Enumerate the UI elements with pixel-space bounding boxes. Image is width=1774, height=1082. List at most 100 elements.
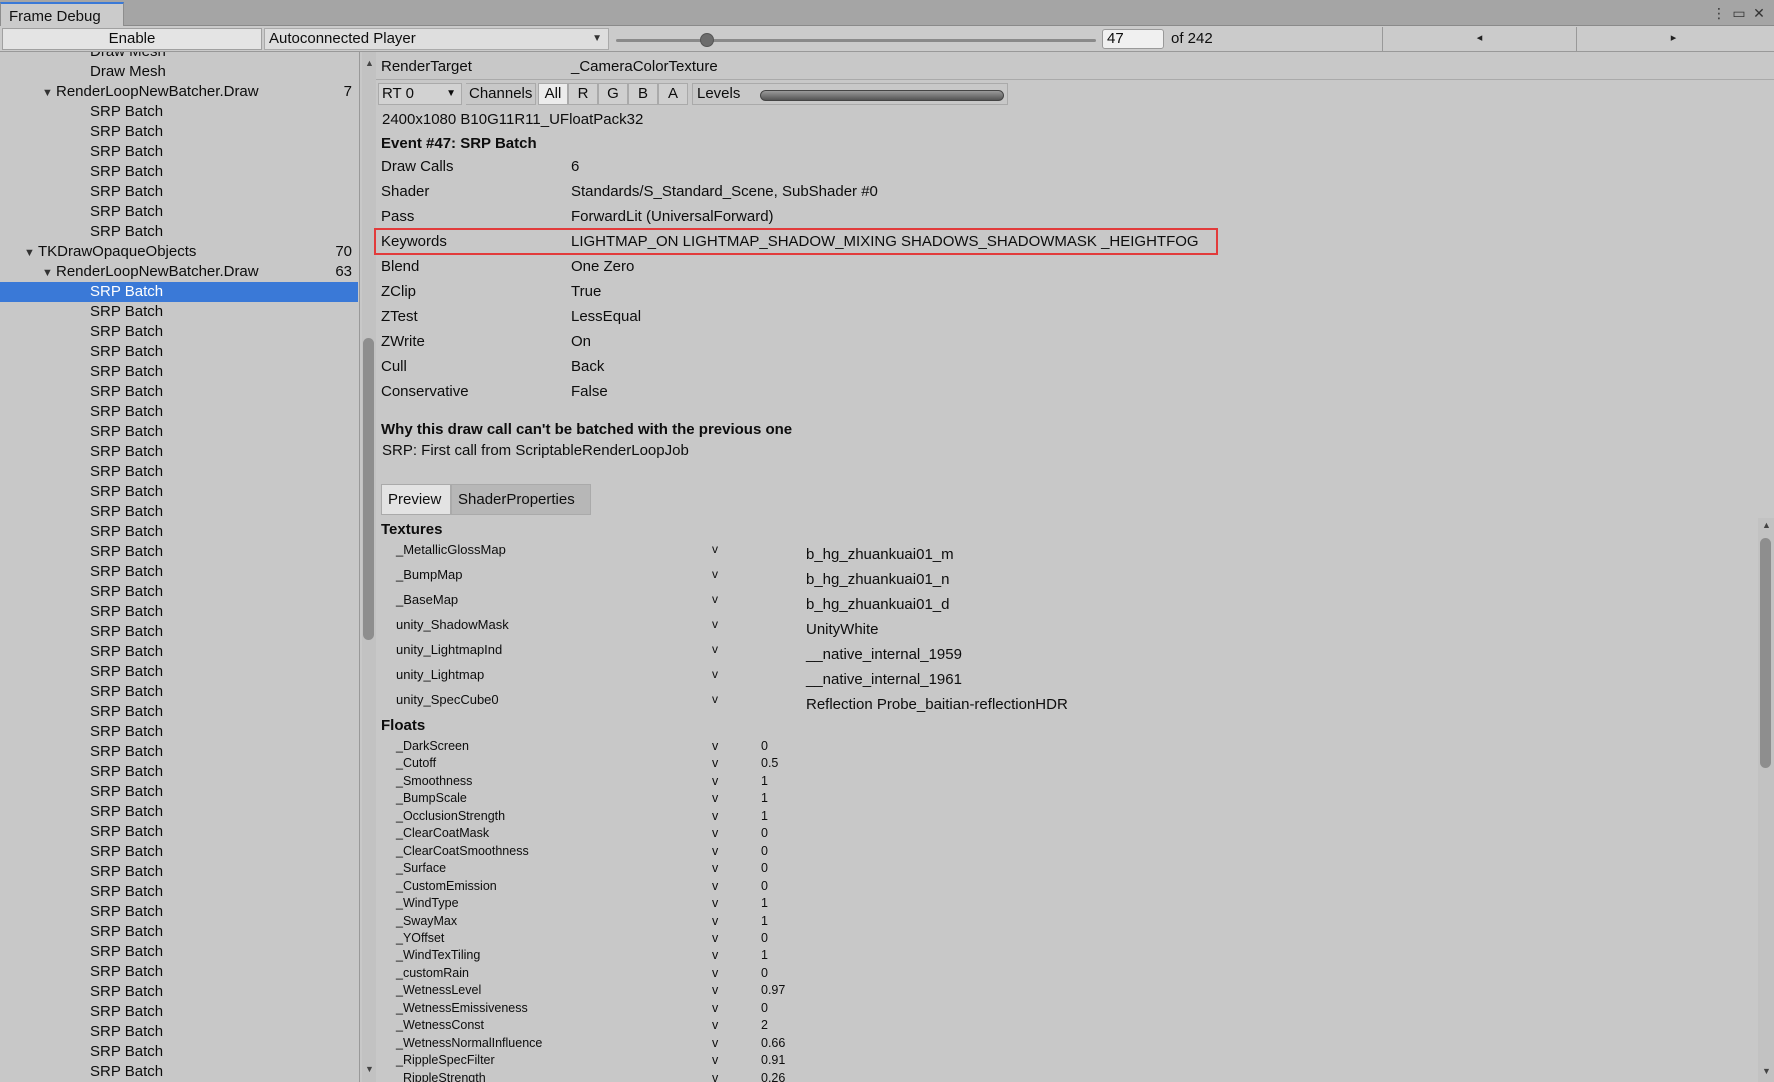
player-dropdown[interactable]: Autoconnected Player ▼	[264, 28, 609, 50]
texture-row[interactable]: unity_ShadowMask v UnityWhite	[396, 617, 1546, 639]
shader-stage: v	[712, 861, 719, 876]
tree-scrollbar-thumb[interactable]	[363, 338, 374, 640]
tree-event-row[interactable]: SRP Batch	[0, 322, 358, 342]
tree-event-row[interactable]: SRP Batch	[0, 542, 358, 562]
shader-stage: v	[712, 773, 719, 788]
tree-event-row[interactable]: SRP Batch	[0, 662, 358, 682]
texture-row[interactable]: unity_Lightmap v __native_internal_1961	[396, 667, 1546, 689]
tree-event-row[interactable]: SRP Batch	[0, 222, 358, 242]
scroll-down-icon[interactable]: ▼	[1762, 1066, 1771, 1076]
tree-event-row[interactable]: SRP Batch	[0, 582, 358, 602]
tree-event-row[interactable]: Draw Mesh	[0, 52, 358, 62]
tree-group-row[interactable]: ▼ RenderLoopNewBatcher.Draw 63	[0, 262, 358, 282]
texture-asset: b_hg_zhuankuai01_n	[806, 571, 950, 588]
tree-event-row[interactable]: SRP Batch	[0, 642, 358, 662]
tree-event-row[interactable]: SRP Batch	[0, 702, 358, 722]
expand-triangle-icon[interactable]: ▼	[24, 243, 38, 263]
close-icon[interactable]: ✕	[1750, 4, 1768, 22]
tree-event-row[interactable]: SRP Batch	[0, 442, 358, 462]
channel-a-button[interactable]: A	[658, 83, 688, 105]
tree-event-row[interactable]: SRP Batch	[0, 202, 358, 222]
tree-event-row[interactable]: SRP Batch	[0, 622, 358, 642]
tree-event-row[interactable]: SRP Batch	[0, 382, 358, 402]
channel-all-button[interactable]: All	[538, 83, 568, 105]
detail-scrollbar-thumb[interactable]	[1760, 538, 1771, 768]
tree-group-row[interactable]: ▼ TKDrawOpaqueObjects 70	[0, 242, 358, 262]
tree-event-row[interactable]: SRP Batch	[0, 402, 358, 422]
tree-event-row[interactable]: SRP Batch	[0, 882, 358, 902]
texture-row[interactable]: _BumpMap v b_hg_zhuankuai01_n	[396, 567, 1546, 589]
texture-row[interactable]: _BaseMap v b_hg_zhuankuai01_d	[396, 592, 1546, 614]
tree-event-row[interactable]: SRP Batch	[0, 482, 358, 502]
tree-group-row[interactable]: ▼ RenderLoopNewBatcher.Draw 7	[0, 82, 358, 102]
next-event-button[interactable]: ▸	[1576, 27, 1770, 51]
tree-event-row[interactable]: SRP Batch	[0, 102, 358, 122]
tree-event-row[interactable]: SRP Batch	[0, 1042, 358, 1062]
tree-event-row[interactable]: SRP Batch	[0, 982, 358, 1002]
tree-event-row[interactable]: SRP Batch	[0, 142, 358, 162]
channel-b-button[interactable]: B	[628, 83, 658, 105]
tree-event-row[interactable]: SRP Batch	[0, 922, 358, 942]
kebab-menu-icon[interactable]: ⋮	[1710, 4, 1728, 22]
tree-event-row[interactable]: SRP Batch	[0, 902, 358, 922]
tree-event-row[interactable]: SRP Batch	[0, 502, 358, 522]
tree-event-row[interactable]: SRP Batch	[0, 422, 358, 442]
tree-event-row[interactable]: SRP Batch	[0, 562, 358, 582]
texture-row[interactable]: _MetallicGlossMap v b_hg_zhuankuai01_m	[396, 542, 1546, 564]
channel-g-button[interactable]: G	[598, 83, 628, 105]
tree-event-row[interactable]: SRP Batch	[0, 182, 358, 202]
tree-event-row[interactable]: SRP Batch	[0, 862, 358, 882]
levels-range-slider[interactable]	[760, 90, 1004, 101]
tree-event-row[interactable]: SRP Batch	[0, 342, 358, 362]
enable-button[interactable]: Enable	[2, 28, 262, 50]
tree-event-row[interactable]: SRP Batch	[0, 742, 358, 762]
tree-row-label: SRP Batch	[90, 863, 164, 880]
tree-event-row[interactable]: SRP Batch	[0, 762, 358, 782]
texture-row[interactable]: unity_SpecCube0 v Reflection Probe_baitian…	[396, 692, 1546, 714]
channel-r-button[interactable]: R	[568, 83, 598, 105]
channels-label: Channels	[466, 83, 537, 105]
event-slider-track[interactable]	[616, 39, 1096, 42]
float-value: 0.26	[761, 1070, 786, 1082]
tree-event-row[interactable]: SRP Batch	[0, 602, 358, 622]
tree-event-row[interactable]: SRP Batch	[0, 722, 358, 742]
maximize-icon[interactable]: ▭	[1730, 4, 1748, 22]
tree-event-row[interactable]: SRP Batch	[0, 522, 358, 542]
tree-event-row[interactable]: SRP Batch	[0, 282, 358, 302]
tree-event-row[interactable]: SRP Batch	[0, 302, 358, 322]
property-key: Conservative	[381, 383, 469, 400]
tree-event-row[interactable]: SRP Batch	[0, 362, 358, 382]
tree-event-row[interactable]: SRP Batch	[0, 842, 358, 862]
tab-frame-debug[interactable]: Frame Debug	[0, 2, 124, 26]
tree-event-row[interactable]: SRP Batch	[0, 782, 358, 802]
property-key: Cull	[381, 358, 407, 375]
tree-event-row[interactable]: SRP Batch	[0, 162, 358, 182]
scroll-down-icon[interactable]: ▼	[365, 1064, 374, 1074]
expand-triangle-icon[interactable]: ▼	[42, 263, 56, 283]
rt-select-dropdown[interactable]: RT 0 ▼	[378, 83, 462, 105]
tree-event-row[interactable]: SRP Batch	[0, 1062, 358, 1082]
tree-event-row[interactable]: SRP Batch	[0, 962, 358, 982]
texture-row[interactable]: unity_LightmapInd v __native_internal_1959	[396, 642, 1546, 664]
tree-event-row[interactable]: SRP Batch	[0, 822, 358, 842]
tree-event-row[interactable]: Draw Mesh	[0, 62, 358, 82]
scroll-up-icon[interactable]: ▲	[1762, 520, 1771, 530]
previous-event-button[interactable]: ◂	[1382, 27, 1576, 51]
tree-event-row[interactable]: SRP Batch	[0, 942, 358, 962]
tree-row-label: SRP Batch	[90, 183, 164, 200]
event-index-input[interactable]: 47	[1102, 29, 1164, 49]
tree-event-row[interactable]: SRP Batch	[0, 1002, 358, 1022]
tab-shader-properties[interactable]: ShaderProperties	[451, 484, 591, 515]
tree-event-row[interactable]: SRP Batch	[0, 1022, 358, 1042]
property-key: Blend	[381, 258, 420, 275]
expand-triangle-icon[interactable]: ▼	[42, 83, 56, 103]
float-value: 0.66	[761, 1035, 786, 1050]
float-value: 1	[761, 808, 768, 823]
tree-event-row[interactable]: SRP Batch	[0, 122, 358, 142]
event-slider-handle[interactable]	[700, 33, 715, 47]
tree-event-row[interactable]: SRP Batch	[0, 682, 358, 702]
tree-event-row[interactable]: SRP Batch	[0, 462, 358, 482]
tree-event-row[interactable]: SRP Batch	[0, 802, 358, 822]
tab-preview[interactable]: Preview	[381, 484, 451, 515]
scroll-up-icon[interactable]: ▲	[365, 58, 374, 68]
